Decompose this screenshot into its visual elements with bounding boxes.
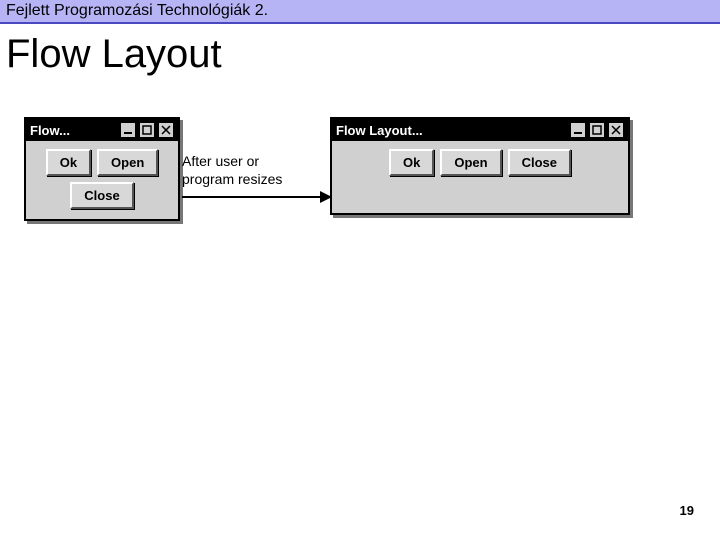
open-button[interactable]: Open [440,149,501,176]
maximize-icon[interactable] [139,122,155,138]
resize-arrow: After user or program resizes [182,153,330,198]
ok-button[interactable]: Ok [46,149,91,176]
flow-window-narrow: Flow... Ok Open Close [24,117,180,221]
slide-title: Flow Layout [6,32,714,77]
window-body: Ok Open Close [26,141,178,219]
flow-window-wide: Flow Layout... Ok Open Close [330,117,630,215]
window-title: Flow... [30,123,117,138]
close-icon[interactable] [158,122,174,138]
titlebar: Flow... [26,119,178,141]
arrow-icon [182,196,330,198]
open-button[interactable]: Open [97,149,158,176]
ok-button[interactable]: Ok [389,149,434,176]
minimize-icon[interactable] [120,122,136,138]
titlebar: Flow Layout... [332,119,628,141]
minimize-icon[interactable] [570,122,586,138]
demo-area: Flow... Ok Open Close After user or prog… [0,117,720,287]
window-body: Ok Open Close [332,141,628,213]
window-title: Flow Layout... [336,123,567,138]
maximize-icon[interactable] [589,122,605,138]
caption-line2: program resizes [182,171,282,187]
page-number: 19 [680,503,694,518]
arrow-caption: After user or program resizes [182,153,330,188]
close-button[interactable]: Close [508,149,571,176]
caption-line1: After user or [182,153,259,169]
close-button[interactable]: Close [70,182,133,209]
slide-header: Fejlett Programozási Technológiák 2. [0,0,720,24]
close-icon[interactable] [608,122,624,138]
